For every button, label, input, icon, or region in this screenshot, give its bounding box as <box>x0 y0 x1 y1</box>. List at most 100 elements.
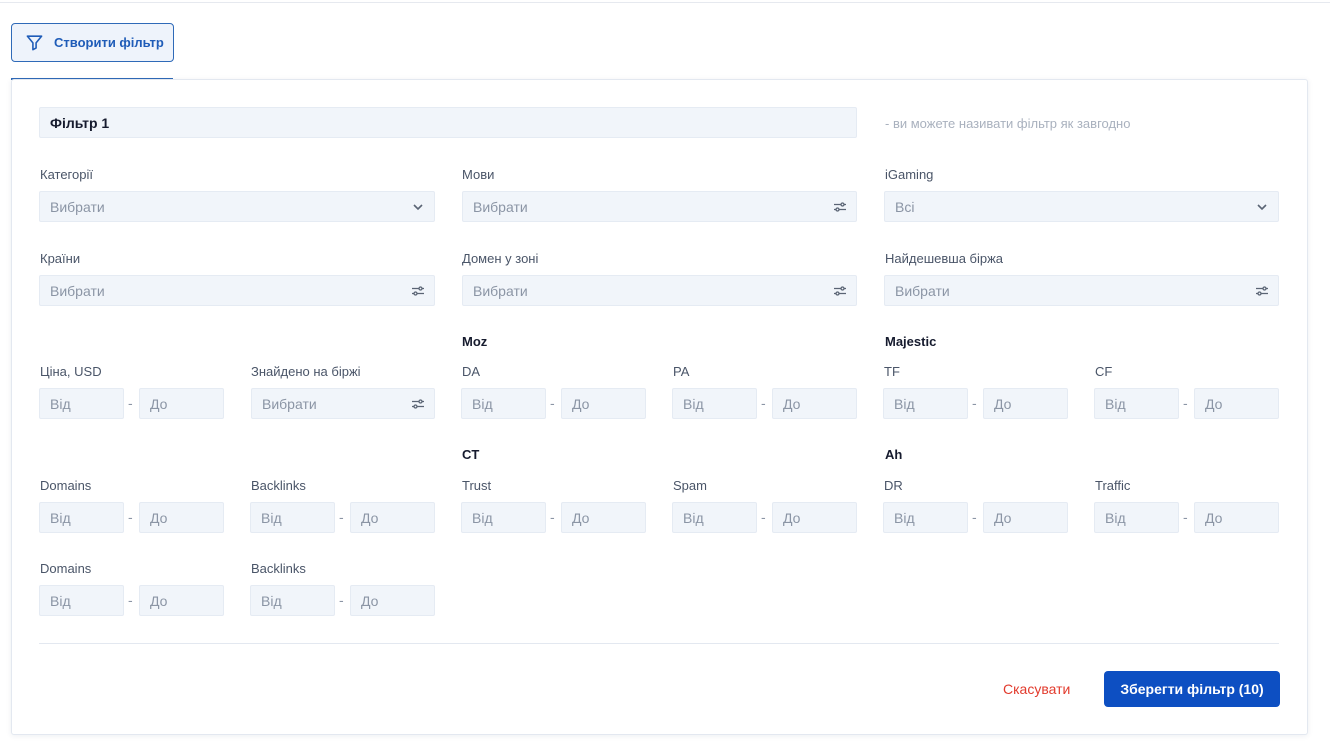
domains-2-from-input[interactable]: Від <box>39 585 124 616</box>
pa-label: PA <box>673 364 690 379</box>
cf-to-input[interactable]: До <box>1194 388 1279 419</box>
range-separator: - <box>550 395 555 411</box>
placeholder-to: До <box>361 592 379 609</box>
dr-from-input[interactable]: Від <box>883 502 968 533</box>
domain-zone-value: Вибрати <box>473 282 528 299</box>
placeholder-from: Від <box>50 509 71 526</box>
placeholder-to: До <box>150 592 168 609</box>
cf-from-input[interactable]: Від <box>1094 388 1179 419</box>
placeholder-from: Від <box>1105 395 1126 412</box>
spam-label: Spam <box>673 478 707 493</box>
igaming-value: Всі <box>895 198 915 215</box>
domains-1-from-input[interactable]: Від <box>39 502 124 533</box>
countries-select[interactable]: Вибрати <box>39 275 435 306</box>
placeholder-to: До <box>361 509 379 526</box>
found-on-exchange-select[interactable]: Вибрати <box>251 388 435 419</box>
backlinks-2-to-input[interactable]: До <box>350 585 435 616</box>
languages-label: Мови <box>462 167 495 182</box>
create-filter-label: Створити фільтр <box>54 35 164 50</box>
price-from-input[interactable]: Від <box>39 388 124 419</box>
tf-to-input[interactable]: До <box>983 388 1068 419</box>
sliders-icon <box>412 399 424 409</box>
placeholder-from: Від <box>472 509 493 526</box>
filter-name-value: Фільтр 1 <box>50 114 110 131</box>
price-to-input[interactable]: До <box>139 388 224 419</box>
backlinks-1-from-input[interactable]: Від <box>250 502 335 533</box>
range-separator: - <box>972 509 977 525</box>
top-divider <box>0 2 1330 3</box>
filter-icon <box>26 35 43 51</box>
save-filter-label: Зберегти фільтр (10) <box>1120 681 1264 697</box>
sliders-icon <box>1256 286 1268 296</box>
backlinks-1-to-input[interactable]: До <box>350 502 435 533</box>
da-to-input[interactable]: До <box>561 388 646 419</box>
cf-label: CF <box>1095 364 1113 379</box>
range-separator: - <box>339 509 344 525</box>
categories-value: Вибрати <box>50 198 105 215</box>
pa-from-input[interactable]: Від <box>672 388 757 419</box>
placeholder-to: До <box>150 395 168 412</box>
spam-to-input[interactable]: До <box>772 502 857 533</box>
placeholder-from: Від <box>261 509 282 526</box>
categories-select[interactable]: Вибрати <box>39 191 435 222</box>
igaming-select[interactable]: Всі <box>884 191 1279 222</box>
placeholder-from: Від <box>50 592 71 609</box>
dr-to-input[interactable]: До <box>983 502 1068 533</box>
ct-group-title: CT <box>462 447 480 462</box>
domain-zone-select[interactable]: Вибрати <box>462 275 857 306</box>
domains-1-to-input[interactable]: До <box>139 502 224 533</box>
placeholder-from: Від <box>683 395 704 412</box>
range-separator: - <box>550 509 555 525</box>
sliders-icon <box>834 286 846 296</box>
range-separator: - <box>128 592 133 608</box>
languages-select[interactable]: Вибрати <box>462 191 857 222</box>
placeholder-to: До <box>150 509 168 526</box>
range-separator: - <box>761 509 766 525</box>
backlinks-2-label: Backlinks <box>251 561 306 576</box>
sliders-icon <box>834 202 846 212</box>
trust-to-input[interactable]: До <box>561 502 646 533</box>
da-from-input[interactable]: Від <box>461 388 546 419</box>
placeholder-to: До <box>572 509 590 526</box>
domains-2-to-input[interactable]: До <box>139 585 224 616</box>
traffic-from-input[interactable]: Від <box>1094 502 1179 533</box>
placeholder-from: Від <box>894 509 915 526</box>
chevron-down-icon <box>1257 204 1267 211</box>
ah-group-title: Ah <box>885 447 903 462</box>
spam-from-input[interactable]: Від <box>672 502 757 533</box>
sliders-icon <box>412 286 424 296</box>
placeholder-to: До <box>994 509 1012 526</box>
save-filter-button[interactable]: Зберегти фільтр (10) <box>1104 671 1280 707</box>
placeholder-from: Від <box>472 395 493 412</box>
footer-divider <box>39 643 1279 644</box>
backlinks-1-label: Backlinks <box>251 478 306 493</box>
placeholder-to: До <box>1205 509 1223 526</box>
tf-from-input[interactable]: Від <box>883 388 968 419</box>
trust-label: Trust <box>462 478 492 493</box>
filter-name-input[interactable]: Фільтр 1 <box>39 107 857 138</box>
range-separator: - <box>1183 509 1188 525</box>
found-on-exchange-label: Знайдено на біржі <box>251 364 361 379</box>
chevron-down-icon <box>413 204 423 211</box>
dr-label: DR <box>884 478 903 493</box>
range-separator: - <box>128 395 133 411</box>
domains-2-label: Domains <box>40 561 92 576</box>
cancel-button[interactable]: Скасувати <box>1003 681 1070 697</box>
placeholder-from: Від <box>1105 509 1126 526</box>
moz-group-title: Moz <box>462 334 488 349</box>
traffic-to-input[interactable]: До <box>1194 502 1279 533</box>
trust-from-input[interactable]: Від <box>461 502 546 533</box>
create-filter-button[interactable]: Створити фільтр <box>11 23 174 62</box>
placeholder-to: До <box>572 395 590 412</box>
da-label: DA <box>462 364 481 379</box>
placeholder-from: Від <box>261 592 282 609</box>
countries-label: Країни <box>40 251 81 266</box>
range-separator: - <box>128 509 133 525</box>
cheapest-exchange-value: Вибрати <box>895 282 950 299</box>
cheapest-exchange-label: Найдешевша біржа <box>885 251 1004 266</box>
placeholder-from: Від <box>683 509 704 526</box>
backlinks-2-from-input[interactable]: Від <box>250 585 335 616</box>
pa-to-input[interactable]: До <box>772 388 857 419</box>
placeholder-to: До <box>783 395 801 412</box>
cheapest-exchange-select[interactable]: Вибрати <box>884 275 1279 306</box>
